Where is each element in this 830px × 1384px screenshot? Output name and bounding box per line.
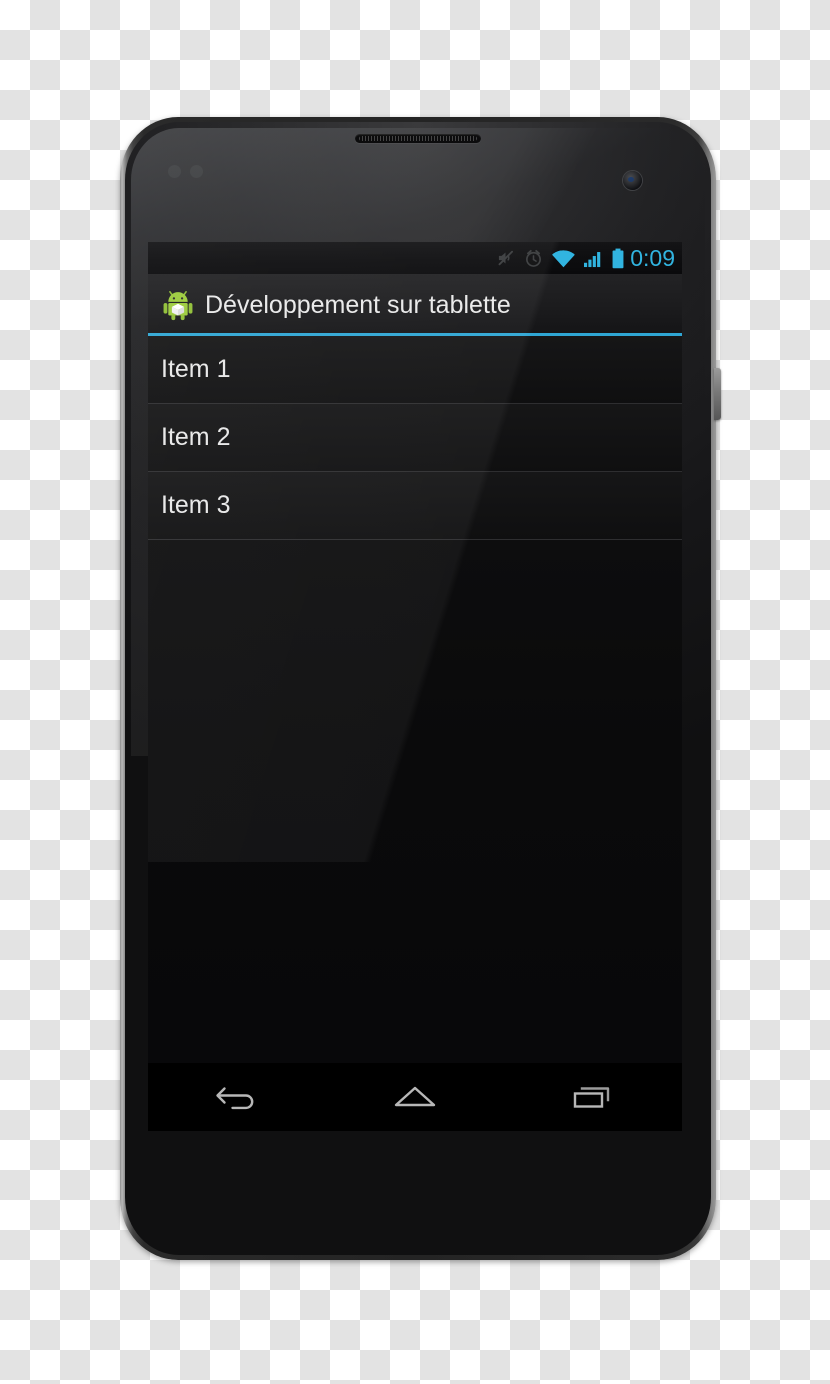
- earpiece-mesh: [359, 136, 477, 141]
- phone-screen: 0:09 Développement sur tablette Item 1 I…: [148, 242, 682, 1131]
- battery-full-icon: [611, 248, 625, 269]
- android-app-icon: [161, 288, 195, 322]
- content-area: Item 1 Item 2 Item 3: [148, 336, 682, 1063]
- list-item[interactable]: Item 2: [148, 404, 682, 472]
- cellular-signal-icon: [583, 249, 604, 268]
- list-item-label: Item 1: [161, 355, 231, 383]
- home-icon: [390, 1080, 440, 1114]
- recents-icon: [570, 1080, 616, 1114]
- proximity-sensor-icon: [168, 165, 214, 178]
- list-item[interactable]: Item 1: [148, 336, 682, 404]
- status-bar: 0:09: [148, 242, 682, 274]
- list-item-label: Item 3: [161, 491, 231, 519]
- power-button[interactable]: [714, 368, 721, 420]
- page-title: Développement sur tablette: [205, 290, 511, 319]
- recents-button[interactable]: [538, 1063, 648, 1131]
- earpiece-speaker-icon: [355, 134, 481, 143]
- back-button[interactable]: [182, 1063, 292, 1131]
- status-bar-clock: 0:09: [630, 244, 675, 271]
- alarm-clock-icon: [523, 248, 544, 269]
- status-bar-icons: [496, 248, 625, 269]
- back-arrow-icon: [214, 1080, 260, 1114]
- home-button[interactable]: [360, 1063, 470, 1131]
- wifi-icon: [551, 249, 576, 268]
- android-smartphone: 0:09 Développement sur tablette Item 1 I…: [120, 117, 721, 1260]
- ambient-light-sensor-dot: [190, 165, 203, 178]
- navigation-bar: [148, 1063, 682, 1131]
- proximity-sensor-dot: [168, 165, 181, 178]
- list-item-label: Item 2: [161, 423, 231, 451]
- front-camera-icon: [623, 171, 642, 190]
- list-item[interactable]: Item 3: [148, 472, 682, 540]
- action-bar: Développement sur tablette: [148, 274, 682, 336]
- list-empty-space: [148, 540, 682, 1063]
- item-list: Item 1 Item 2 Item 3: [148, 336, 682, 540]
- mute-icon: [496, 248, 516, 268]
